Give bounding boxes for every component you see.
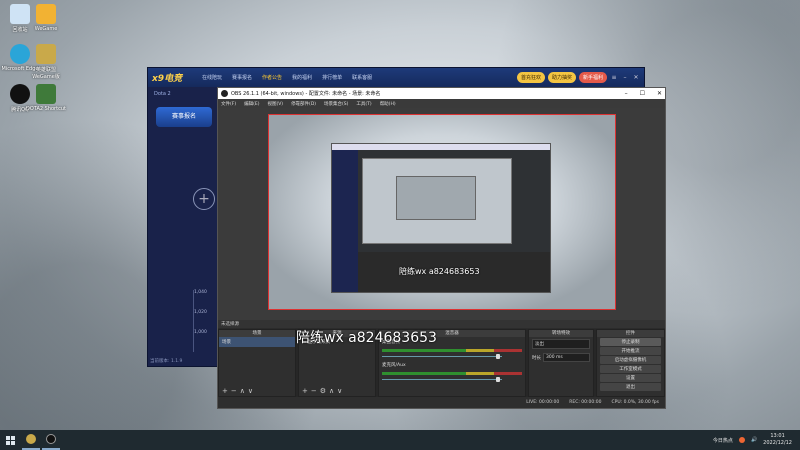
game-side-badge[interactable]: 赛事报名 [156, 107, 212, 127]
source-tools[interactable]: +−⚙∧∨ [302, 387, 345, 395]
desktop-icon-label: 英雄联盟WeGame版 [32, 67, 60, 80]
game-app-icon [26, 434, 36, 444]
close-icon[interactable]: ✕ [657, 90, 662, 97]
minimize-icon[interactable]: – [625, 90, 628, 97]
scenes-dock: 场景 场景 +−∧∨ [218, 329, 296, 397]
obs-titlebar: OBS 26.1.1 (64-bit, windows) - 配置文件: 未命名… [218, 88, 665, 99]
volume-icon[interactable]: 🔊 [751, 437, 757, 443]
transitions-dock: 转场特效 淡出 时长 300 ms [528, 329, 594, 397]
start-virtual-camera-button[interactable]: 启动虚拟摄像机 [600, 356, 661, 364]
menu-docks[interactable]: 停靠部件(D) [291, 101, 316, 107]
game-nav-item[interactable]: 我的福利 [292, 74, 312, 81]
chart-tick: 1,040 [194, 290, 207, 295]
cpu-status: CPU: 0.0%, 30.00 fps [611, 400, 660, 405]
game-nav-item[interactable]: 在线陪玩 [202, 74, 222, 81]
chart-tick: 1,000 [194, 330, 207, 335]
chart-tick: 1,020 [194, 310, 207, 315]
duration-label: 时长 [532, 355, 541, 361]
controls-dock: 控件 停止录制 开始推流 启动虚拟摄像机 工作室模式 设置 退出 [596, 329, 665, 397]
start-button[interactable] [0, 430, 20, 450]
menu-tools[interactable]: 工具(T) [356, 101, 371, 107]
preview-capture: 陪练wx a824683653 [268, 114, 616, 310]
game-nav-item-active[interactable]: 作者公告 [262, 74, 282, 81]
scene-item[interactable]: 场景 [219, 337, 295, 347]
obs-statusbar: LIVE: 00:00:00 REC: 00:00:00 CPU: 0.0%, … [218, 397, 665, 408]
menu-file[interactable]: 文件(F) [221, 101, 236, 107]
settings-button[interactable]: 设置 [600, 374, 661, 382]
game-logo: x9电竞 [152, 74, 183, 84]
volume-slider[interactable] [382, 354, 522, 359]
clock[interactable]: 13:01 2022/12/12 [763, 433, 792, 447]
game-mini-chart: 1,040 1,020 1,000 [193, 290, 219, 352]
desktop-icon-label: DOTA2 Shortcut [26, 106, 66, 112]
exit-button[interactable]: 退出 [600, 383, 661, 391]
menu-edit[interactable]: 编辑(E) [244, 101, 259, 107]
obs-menubar: 文件(F) 编辑(E) 视图(V) 停靠部件(D) 场景集合(S) 工具(T) … [218, 99, 665, 108]
game-side-tab[interactable]: Dota 2 [148, 87, 220, 101]
game-promo-button[interactable]: 助力抽奖 [547, 72, 576, 83]
controls-dock-title: 控件 [597, 330, 664, 337]
dota2-icon [36, 84, 56, 104]
game-nav-item[interactable]: 赛事报名 [232, 74, 252, 81]
obs-preview-area[interactable]: 陪练wx a824683653 [218, 108, 665, 320]
menu-help[interactable]: 帮助(H) [380, 101, 396, 107]
clock-date: 2022/12/12 [763, 440, 792, 446]
obs-app-icon [221, 90, 228, 97]
game-topbar: x9电竞 在线陪玩 赛事报名 作者公告 我的福利 排行榜单 联系客服 首充狂欢 … [148, 68, 644, 87]
add-circle-button[interactable]: + [193, 188, 215, 210]
game-nav-item[interactable]: 联系客服 [352, 74, 372, 81]
scene-tools[interactable]: +−∧∨ [222, 387, 256, 395]
stop-recording-button[interactable]: 停止录制 [600, 338, 661, 346]
minimize-icon[interactable]: – [621, 74, 629, 81]
windows-logo-icon [5, 435, 15, 445]
menu-view[interactable]: 视图(V) [267, 101, 283, 107]
transition-select[interactable]: 淡出 [532, 339, 590, 349]
game-promo-button[interactable]: 新手福利 [578, 72, 607, 83]
obs-window: OBS 26.1.1 (64-bit, windows) - 配置文件: 未命名… [217, 87, 666, 409]
menu-scene-collection[interactable]: 场景集合(S) [324, 101, 348, 107]
maximize-icon[interactable]: ☐ [640, 90, 645, 97]
live-status: LIVE: 00:00:00 [526, 400, 560, 405]
studio-mode-button[interactable]: 工作室模式 [600, 365, 661, 373]
desktop-icon-wegame[interactable]: WeGame [26, 4, 66, 32]
obs-title-text: OBS 26.1.1 (64-bit, windows) - 配置文件: 未命名… [231, 91, 381, 97]
news-widget[interactable]: 今日热点 [713, 437, 733, 444]
game-nav-item[interactable]: 排行榜单 [322, 74, 342, 81]
obs-docks: 场景 场景 +−∧∨ 来源 ▭ 显示器采集 +−⚙∧∨ 混音器 桌面音频 麦克风… [218, 329, 665, 397]
close-icon[interactable]: ✕ [632, 74, 640, 81]
desktop-icon-dota2[interactable]: DOTA2 Shortcut [26, 84, 66, 112]
desktop-icon-lol[interactable]: 英雄联盟WeGame版 [26, 44, 66, 80]
game-promo-button[interactable]: 首充狂欢 [516, 72, 545, 83]
scenes-dock-title: 场景 [219, 330, 295, 337]
taskbar-app-game[interactable] [22, 430, 40, 450]
overlay-watermark: 陪练wx a824683653 [296, 330, 437, 346]
clock-time: 13:01 [770, 433, 785, 439]
mixer-channel-name: 麦克风/Aux [382, 363, 406, 368]
taskbar-app-obs[interactable] [42, 430, 60, 450]
nested-watermark-text: 陪练wx a824683653 [399, 267, 480, 276]
rec-status: REC: 00:00:00 [569, 400, 602, 405]
audio-meter [382, 349, 522, 352]
obs-app-icon [46, 434, 56, 444]
audio-meter [382, 372, 522, 375]
volume-slider[interactable] [382, 377, 522, 382]
lol-icon [36, 44, 56, 64]
notification-icon[interactable] [738, 437, 745, 443]
game-version-text: 当前版本: 1.1.9 [150, 359, 183, 364]
wegame-icon [36, 4, 56, 24]
taskbar: 今日热点 🔊 13:01 2022/12/12 [0, 430, 800, 450]
obs-source-toolbar: 未选择源 [218, 320, 665, 328]
start-streaming-button[interactable]: 开始推流 [600, 347, 661, 355]
menu-icon[interactable]: ≡ [610, 74, 618, 81]
duration-input[interactable]: 300 ms [543, 353, 590, 362]
desktop-icon-label: WeGame [34, 26, 58, 32]
transitions-dock-title: 转场特效 [529, 330, 593, 337]
